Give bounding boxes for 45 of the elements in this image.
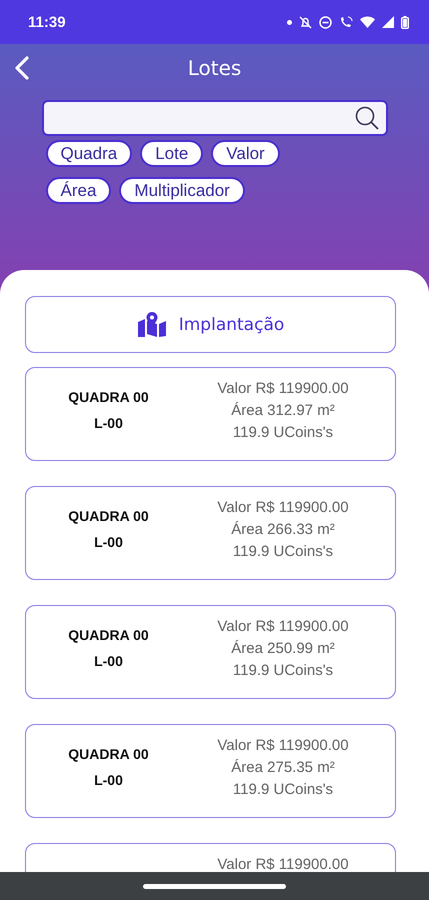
lot-number: L-00 <box>94 653 123 669</box>
filter-chip[interactable]: Multiplicador <box>119 177 245 204</box>
quadra-label: QUADRA 00 <box>68 508 149 524</box>
lot-area: Área 250.99 m² <box>231 640 335 657</box>
lot-area: Área 266.33 m² <box>231 521 335 538</box>
lot-price: Valor R$ 119900.00 <box>217 380 349 397</box>
lot-number: L-00 <box>94 534 123 550</box>
lot-card[interactable]: QUADRA 00 L-00 Valor R$ 119900.00 Área 312.97 m² 119.9 UCoins's <box>25 367 396 461</box>
lot-area: Área 275.35 m² <box>231 759 335 776</box>
filter-chip[interactable]: Quadra <box>46 140 132 167</box>
lot-ucoins: 119.9 UCoins's <box>232 662 334 679</box>
battery-icon <box>401 16 409 28</box>
lot-ucoins: 119.9 UCoins's <box>232 781 334 798</box>
notification-dot-icon <box>287 20 292 24</box>
lot-price: Valor R$ 119900.00 <box>217 499 349 516</box>
status-time: 11:39 <box>28 14 66 30</box>
filter-chip[interactable]: Valor <box>211 140 280 167</box>
quadra-label: QUADRA 00 <box>68 389 149 405</box>
lot-card[interactable]: QUADRA 00 L-00 Valor R$ 119900.00 Área 266.33 m² 119.9 UCoins's <box>25 486 396 580</box>
lot-price: Valor R$ 119900.00 <box>217 618 349 635</box>
home-handle[interactable] <box>143 884 286 888</box>
lot-card[interactable]: QUADRA 00 L-00 Valor R$ 119900.00 Área 275.35 m² 119.9 UCoins's <box>25 724 396 818</box>
lot-number: L-00 <box>94 415 123 431</box>
do-not-disturb-icon <box>319 16 332 28</box>
quadra-label: QUADRA 00 <box>68 746 149 762</box>
search-icon[interactable] <box>354 105 380 131</box>
wifi-call-icon <box>339 16 353 28</box>
lot-card[interactable]: QUADRA 00 L-00 Valor R$ 119900.00 Área 250.99 m² 119.9 UCoins's <box>25 605 396 699</box>
lot-ucoins: 119.9 UCoins's <box>232 543 334 560</box>
signal-icon <box>382 16 394 28</box>
lot-area: Área 312.97 m² <box>231 402 335 419</box>
search-field[interactable] <box>42 100 388 136</box>
lot-price: Valor R$ 119900.00 <box>217 856 349 872</box>
filter-chip[interactable]: Lote <box>140 140 204 167</box>
back-icon[interactable] <box>14 56 30 80</box>
lot-price: Valor R$ 119900.00 <box>217 737 349 754</box>
implantacao-button[interactable]: Implantação <box>25 296 396 353</box>
filter-chip[interactable]: Área <box>46 177 112 204</box>
map-pin-icon <box>136 312 167 338</box>
wifi-icon <box>360 16 375 28</box>
lot-ucoins: 119.9 UCoins's <box>232 424 334 441</box>
bell-off-icon <box>299 16 312 28</box>
quadra-label: QUADRA 00 <box>68 627 149 643</box>
screen-title: Lotes <box>188 56 242 80</box>
lot-number: L-00 <box>94 772 123 788</box>
